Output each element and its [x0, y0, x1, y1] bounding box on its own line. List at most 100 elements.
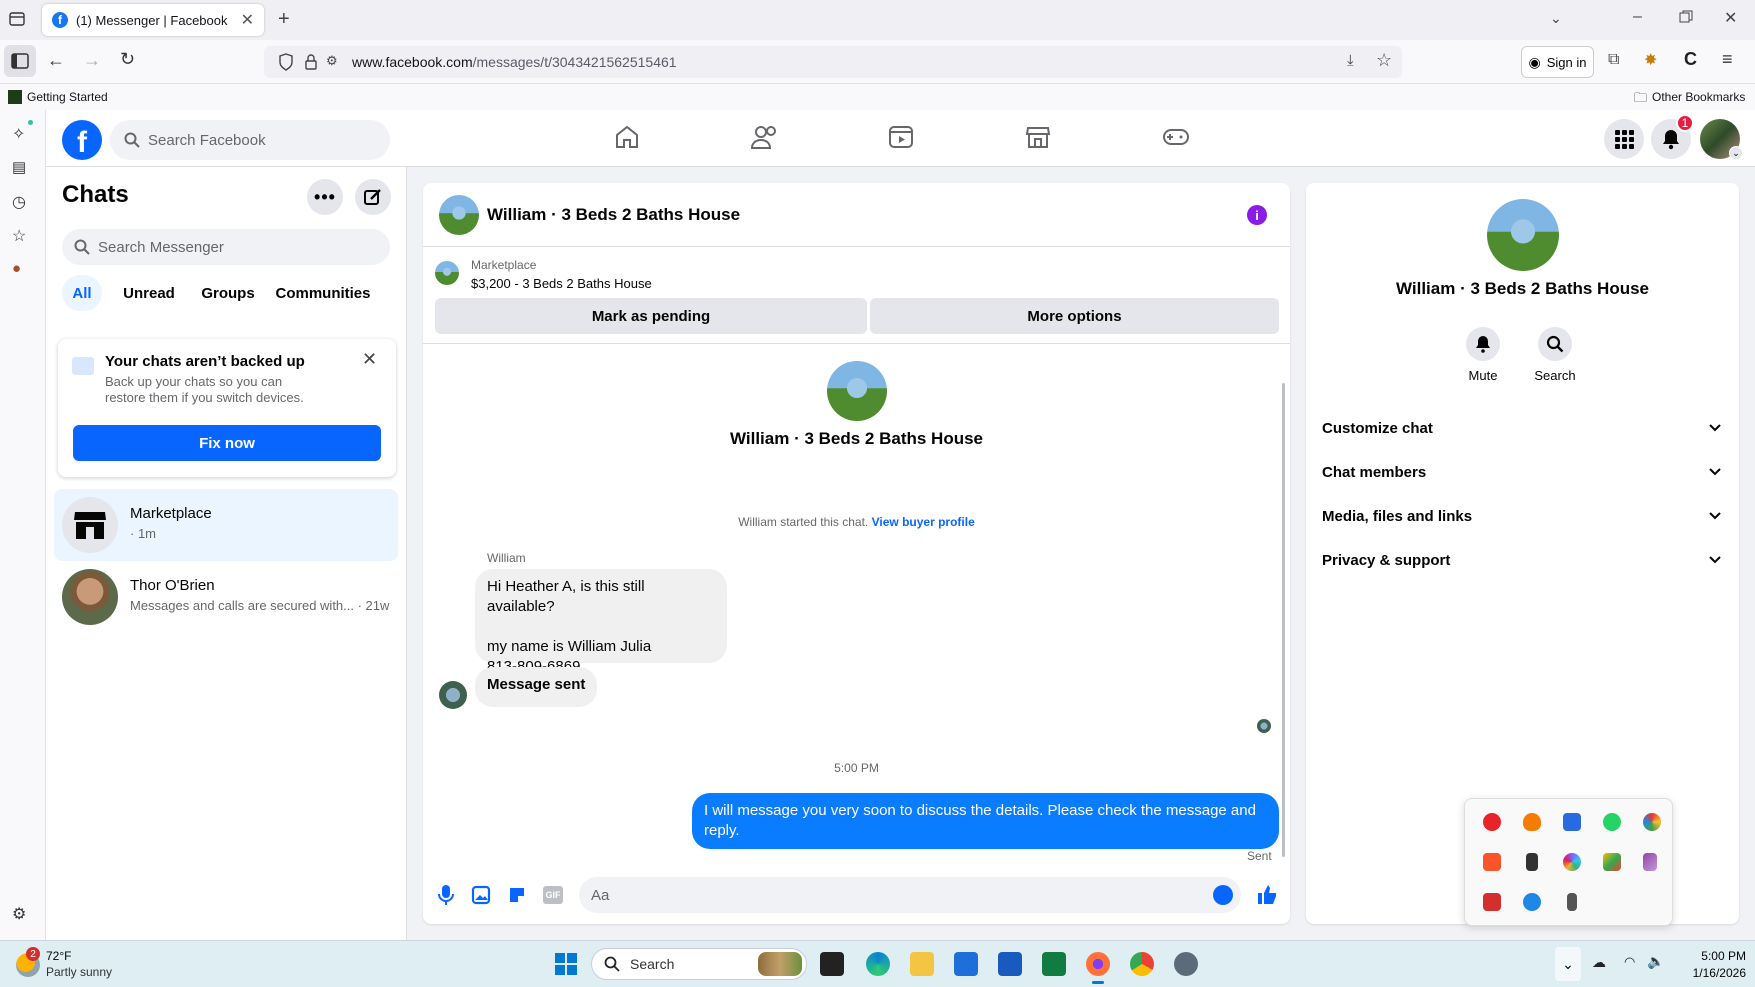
gaming-icon[interactable] — [1162, 124, 1190, 150]
bookmark-getting-started[interactable]: Getting Started — [27, 90, 108, 104]
video-icon[interactable] — [888, 124, 914, 150]
minimize-window-icon[interactable]: – — [1633, 8, 1642, 26]
my-message-bubble[interactable]: I will message you very soon to discuss … — [692, 793, 1279, 849]
thumbs-up-icon[interactable] — [1256, 883, 1278, 905]
info-icon[interactable]: i — [1247, 205, 1267, 225]
edge-icon[interactable] — [866, 952, 890, 976]
cookie-icon[interactable]: ● — [12, 260, 21, 277]
cloud-off-icon[interactable]: ☁ — [1592, 954, 1606, 971]
list-all-tabs-chevron-icon[interactable]: ⌄ — [1550, 10, 1562, 27]
tray-whatsapp-icon[interactable] — [1603, 813, 1621, 831]
windows-start-icon[interactable] — [554, 952, 578, 976]
marketplace-icon[interactable] — [1025, 124, 1051, 150]
mute-button[interactable] — [1466, 327, 1500, 361]
sign-in-button[interactable]: ◉ Sign in — [1521, 46, 1594, 78]
file-explorer-icon[interactable] — [910, 952, 934, 976]
emoji-icon[interactable] — [1213, 885, 1233, 905]
section-media-files-links[interactable]: Media, files and links — [1322, 494, 1722, 538]
fix-now-button[interactable]: Fix now — [73, 425, 381, 461]
task-view-icon[interactable] — [820, 952, 844, 976]
store-icon[interactable] — [954, 952, 978, 976]
clock-date[interactable]: 1/16/2026 — [1676, 966, 1746, 980]
lock-icon[interactable] — [304, 53, 318, 71]
excel-icon[interactable] — [1042, 952, 1066, 976]
menu-icon[interactable]: ≡ — [1722, 49, 1733, 70]
sticker-icon[interactable] — [507, 885, 527, 905]
permissions-icon[interactable]: ⚙ — [326, 53, 338, 69]
bookmark-other-bookmarks[interactable]: Other Bookmarks — [1652, 90, 1745, 104]
filter-all[interactable]: All — [62, 275, 102, 311]
bookmarks-star-icon[interactable]: ☆ — [12, 226, 26, 246]
search-conversation-button[interactable] — [1538, 327, 1572, 361]
gif-icon[interactable]: GIF — [543, 886, 563, 904]
tray-sync-icon[interactable] — [1523, 893, 1541, 911]
view-buyer-profile-link[interactable]: View buyer profile — [872, 515, 975, 529]
chrome-icon[interactable] — [1130, 952, 1154, 976]
tray-device-icon[interactable] — [1526, 853, 1538, 871]
more-options-button[interactable]: More options — [870, 298, 1279, 334]
wifi-icon[interactable]: ◠ — [1624, 954, 1635, 970]
filter-unread[interactable]: Unread — [112, 275, 186, 311]
message-scrollbar[interactable] — [1282, 383, 1285, 857]
chat-row-marketplace[interactable]: Marketplace · 1m — [54, 489, 398, 561]
tray-color-wheel-icon[interactable] — [1643, 813, 1661, 831]
home-icon[interactable] — [614, 124, 640, 150]
message-bubble-2[interactable]: Message sent — [475, 667, 598, 707]
word-icon[interactable] — [998, 952, 1022, 976]
close-icon[interactable]: ✕ — [362, 349, 377, 370]
restore-window-icon[interactable] — [1679, 10, 1693, 24]
friends-icon[interactable] — [751, 124, 779, 150]
photo-icon[interactable] — [471, 885, 491, 905]
facebook-logo[interactable]: f — [62, 120, 102, 160]
forward-arrow-icon[interactable]: → — [83, 50, 101, 71]
tray-app-red-icon[interactable] — [1483, 813, 1501, 831]
section-customize-chat[interactable]: Customize chat — [1322, 406, 1722, 450]
close-tab-icon[interactable]: ✕ — [241, 10, 254, 30]
new-message-button[interactable] — [355, 179, 391, 215]
taskbar-search-box[interactable]: Search — [591, 948, 807, 980]
section-privacy-support[interactable]: Privacy & support — [1322, 538, 1722, 582]
conversation-title[interactable]: William · 3 Beds 2 Baths House — [487, 205, 740, 225]
sidebar-toggle-icon[interactable] — [4, 45, 36, 77]
show-hidden-icons-chevron-icon[interactable]: ⌄ — [1555, 947, 1581, 981]
filter-groups[interactable]: Groups — [192, 275, 264, 311]
close-window-icon[interactable]: ✕ — [1724, 8, 1737, 28]
c-extension-icon[interactable]: C — [1684, 49, 1697, 70]
firefox-icon[interactable] — [1086, 952, 1110, 976]
conversation-avatar[interactable] — [439, 195, 479, 235]
tab-list-icon[interactable] — [8, 10, 26, 28]
listing-text[interactable]: $3,200 - 3 Beds 2 Baths House — [471, 276, 652, 291]
tray-usb-icon[interactable] — [1567, 893, 1577, 911]
volume-icon[interactable]: 🔈 — [1647, 953, 1664, 970]
tray-flame-icon[interactable] — [1523, 813, 1541, 831]
sidebar-settings-gear-icon[interactable]: ⚙ — [12, 904, 26, 924]
address-bar[interactable]: ⚙ www.facebook.com/messages/t/3043421562… — [264, 46, 1402, 78]
extensions-icon[interactable]: ⧉ — [1608, 51, 1619, 69]
weather-temp[interactable]: 72°F — [46, 949, 71, 963]
tray-info-icon[interactable] — [1563, 813, 1581, 831]
microphone-icon[interactable] — [437, 884, 455, 906]
browser-tab-active[interactable]: f (1) Messenger | Facebook ✕ — [42, 4, 264, 36]
tray-brave-icon[interactable] — [1483, 853, 1501, 871]
mark-as-pending-button[interactable]: Mark as pending — [435, 298, 867, 334]
new-tab-icon[interactable]: + — [278, 8, 290, 31]
section-chat-members[interactable]: Chat members — [1322, 450, 1722, 494]
synced-tabs-icon[interactable]: ▤ — [12, 158, 26, 176]
cookie-extension-icon[interactable]: ✸ — [1644, 50, 1657, 70]
app-bird-icon[interactable] — [1174, 952, 1198, 976]
tray-drive-icon[interactable] — [1603, 853, 1621, 871]
weather-desc[interactable]: Partly sunny — [46, 965, 112, 979]
facebook-search-input[interactable]: Search Facebook — [110, 120, 390, 160]
clock-time[interactable]: 5:00 PM — [1676, 949, 1746, 963]
history-clock-icon[interactable]: ◷ — [12, 192, 26, 212]
filter-communities[interactable]: Communities — [270, 275, 376, 311]
tray-pen-icon[interactable] — [1643, 853, 1657, 871]
chat-options-button[interactable]: ••• — [307, 179, 343, 215]
message-bubble-1[interactable]: Hi Heather A, is this still available? m… — [475, 569, 727, 675]
reload-icon[interactable]: ↻ — [120, 49, 135, 70]
message-composer-input[interactable]: Aa — [579, 877, 1241, 913]
save-page-icon[interactable]: ⤓ — [1347, 52, 1354, 69]
account-chevron-down-icon[interactable]: ⌄ — [1729, 146, 1743, 160]
tray-adobe-icon[interactable] — [1483, 893, 1501, 911]
tray-copilot-icon[interactable] — [1563, 853, 1581, 871]
